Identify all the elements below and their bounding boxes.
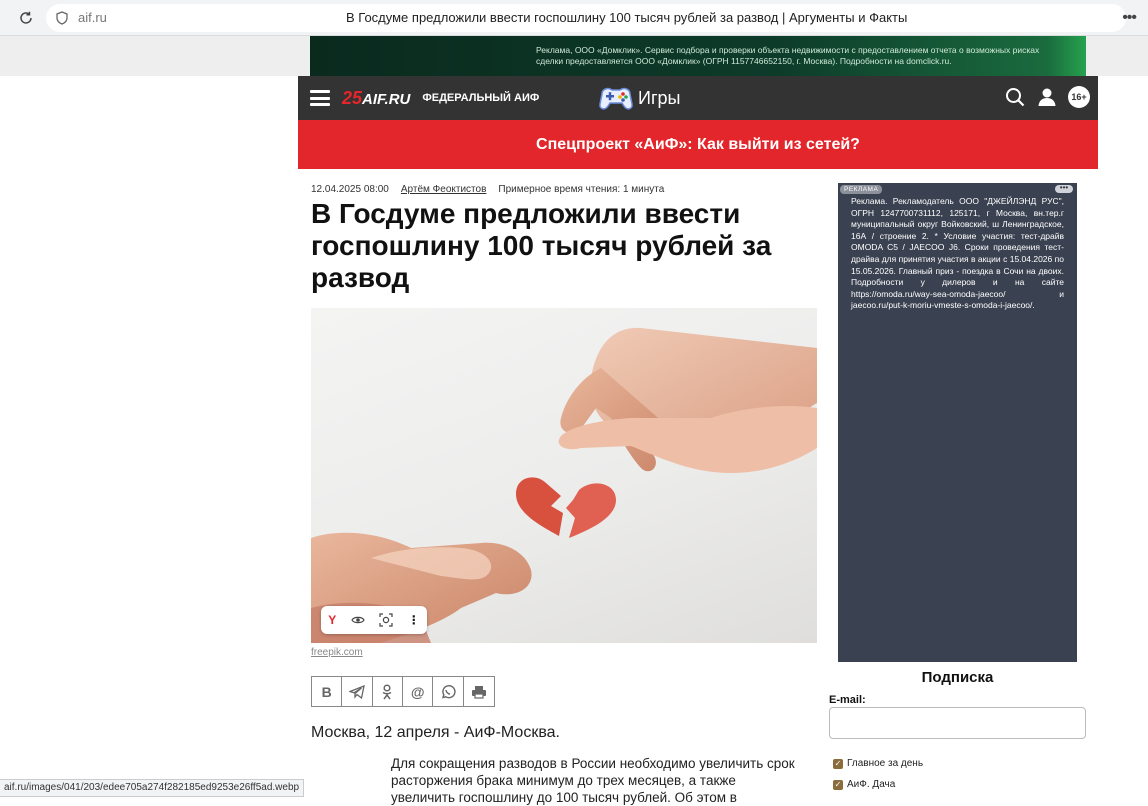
checkbox-daily-digest[interactable]: ✓ Главное за день	[833, 758, 923, 769]
more-options-icon[interactable]: ⋮	[408, 613, 420, 627]
yandex-search-icon[interactable]: Y	[328, 613, 336, 627]
article-photo[interactable]: Y ⋮	[311, 308, 817, 643]
article-headline: В Госдуме предложили ввести госпошлину 1…	[311, 198, 772, 293]
ad-options-icon[interactable]: •••	[1055, 184, 1073, 193]
share-mail-icon[interactable]: @	[403, 677, 434, 706]
browser-menu-icon[interactable]: •••	[1122, 9, 1137, 27]
top-ad-text: Реклама, ООО «Домклик». Сервис подбора и…	[536, 45, 1040, 66]
site-header: 25 AIF.RU ФЕДЕРАЛЬНЫЙ АИФ Игры 16+	[298, 76, 1098, 120]
checkbox-checked-icon[interactable]: ✓	[833, 779, 843, 790]
article-body: Для сокращения разводов в России необход…	[391, 756, 795, 805]
reading-time: Примерное время чтения: 1 минута	[498, 184, 665, 195]
page-title-display: В Госдуме предложили ввести госпошлину 1…	[346, 10, 908, 25]
special-project-banner[interactable]: Спецпроект «АиФ»: Как выйти из сетей?	[298, 120, 1098, 169]
email-field[interactable]	[829, 707, 1086, 739]
section-link[interactable]: ФЕДЕРАЛЬНЫЙ АИФ	[422, 92, 539, 104]
reload-icon[interactable]	[16, 8, 36, 28]
print-icon[interactable]	[464, 677, 494, 706]
site-info-icon[interactable]	[56, 10, 70, 26]
games-link[interactable]: Игры	[596, 82, 680, 114]
logo-name: AIF.RU	[362, 90, 411, 108]
image-toolbar: Y ⋮	[321, 606, 427, 634]
games-label: Игры	[638, 87, 681, 108]
checkbox-dacha[interactable]: ✓ АиФ. Дача	[833, 779, 895, 790]
share-bar: B @	[311, 676, 495, 707]
article-author[interactable]: Артём Феоктистов	[401, 184, 487, 195]
search-icon[interactable]	[1004, 86, 1026, 108]
ad-badge: РЕКЛАМА	[840, 185, 883, 194]
sidebar-ad[interactable]: РЕКЛАМА ••• Реклама. Рекламодатель ООО "…	[838, 183, 1077, 662]
article-date: 12.04.2025 08:00	[311, 184, 389, 195]
lens-icon[interactable]	[379, 613, 393, 627]
checkbox-label: Главное за день	[847, 758, 924, 769]
photo-credit[interactable]: freepik.com	[311, 647, 363, 658]
address-bar[interactable]: aif.ru В Госдуме предложили ввести госпо…	[46, 3, 1126, 32]
email-label: E-mail:	[829, 694, 866, 706]
hands-heart-illustration	[311, 327, 817, 643]
header-actions: 16+	[1004, 86, 1090, 108]
status-bar-url: aif.ru/images/041/203/edee705a274f282185…	[0, 779, 305, 797]
share-telegram-icon[interactable]	[342, 677, 373, 706]
article-meta: 12.04.2025 08:00 Артём Феоктистов Пример…	[311, 184, 664, 195]
article-lead: Москва, 12 апреля - АиФ-Москва.	[311, 724, 560, 741]
share-whatsapp-icon[interactable]	[433, 677, 464, 706]
share-vk-icon[interactable]: B	[312, 677, 343, 706]
checkbox-checked-icon[interactable]: ✓	[833, 758, 843, 769]
address-url[interactable]: aif.ru	[78, 10, 107, 25]
gamepad-icon	[596, 82, 636, 114]
sidebar-ad-text: Реклама. Рекламодатель ООО "ДЖЕЙЛЭНД РУС…	[851, 196, 1064, 311]
logo-number: 25	[342, 87, 363, 108]
subscription-title: Подписка	[921, 669, 994, 686]
eye-icon[interactable]	[351, 615, 365, 625]
site-logo[interactable]: 25 AIF.RU	[342, 88, 410, 109]
user-icon[interactable]	[1036, 86, 1058, 108]
age-rating-badge: 16+	[1068, 86, 1090, 108]
share-odnoklassniki-icon[interactable]	[373, 677, 403, 706]
checkbox-label: АиФ. Дача	[847, 779, 896, 790]
browser-toolbar: aif.ru В Госдуме предложили ввести госпо…	[0, 0, 1148, 36]
menu-icon[interactable]	[310, 90, 330, 106]
top-ad-banner[interactable]: Реклама, ООО «Домклик». Сервис подбора и…	[310, 36, 1086, 76]
